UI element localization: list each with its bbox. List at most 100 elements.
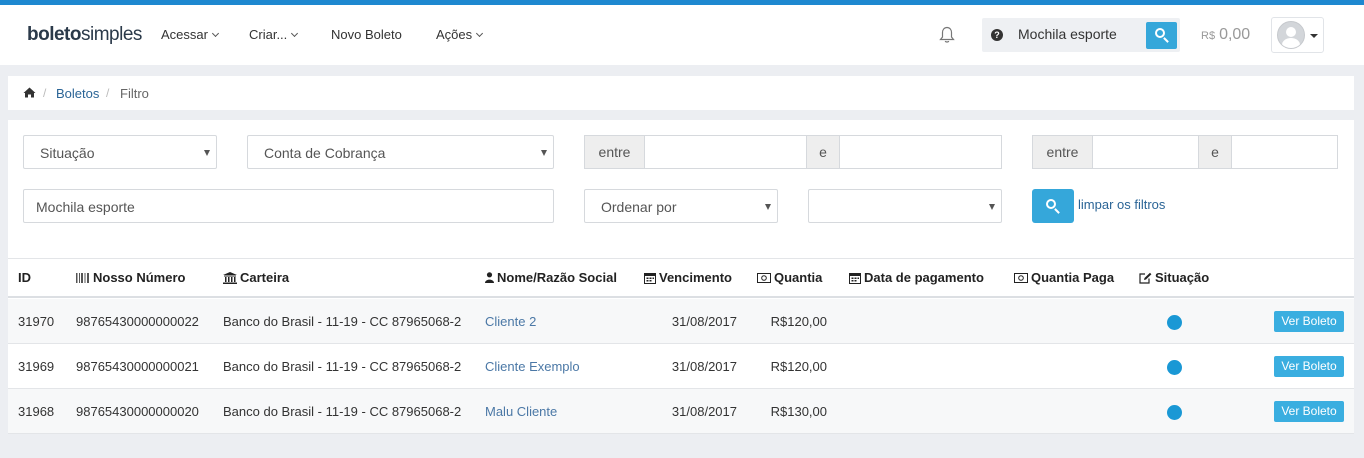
col-vencimento[interactable]: Vencimento [644, 270, 732, 285]
col-quantia-paga[interactable]: Quantia Paga [1014, 270, 1114, 285]
col-data-pagamento-label: Data de pagamento [864, 270, 984, 285]
barcode-icon [76, 272, 89, 283]
calendar-icon [644, 272, 656, 284]
range2-end-input[interactable] [1231, 135, 1338, 169]
range2-start-addon: entre [1032, 135, 1093, 169]
avatar [1277, 21, 1305, 49]
status-dot [1167, 405, 1182, 420]
range2-start-input[interactable] [1092, 135, 1199, 169]
col-nome-label: Nome/Razão Social [497, 270, 617, 285]
ver-boleto-button[interactable]: Ver Boleto [1274, 401, 1344, 422]
calendar-icon [849, 272, 861, 284]
conta-cobranca-select[interactable]: Conta de Cobrança [247, 135, 554, 169]
table-row: 31969 98765430000000021 Banco do Brasil … [8, 344, 1354, 389]
range1-end-input[interactable] [839, 135, 1002, 169]
breadcrumb-current: Filtro [120, 86, 149, 101]
menu-acoes-label: Ações [436, 27, 473, 42]
ver-boleto-button[interactable]: Ver Boleto [1274, 311, 1344, 332]
range2-mid-addon: e [1198, 135, 1232, 169]
breadcrumb-separator: / [106, 86, 110, 100]
breadcrumb-boletos-link[interactable]: Boletos [56, 86, 99, 101]
cell-id: 31969 [18, 359, 55, 374]
menu-acoes[interactable]: Ações [436, 27, 484, 42]
caret-down-icon [765, 204, 771, 210]
col-carteira[interactable]: Carteira [223, 270, 289, 285]
cell-id: 31968 [18, 404, 55, 419]
cell-quantia: R$130,00 [770, 404, 827, 419]
chevron-down-icon [211, 29, 220, 38]
cell-nome-link[interactable]: Malu Cliente [485, 404, 557, 419]
global-search-button[interactable] [1146, 22, 1177, 49]
table-row: 31970 98765430000000022 Banco do Brasil … [8, 299, 1354, 344]
balance-value: 0,00 [1219, 26, 1251, 43]
range1-start-addon: entre [584, 135, 645, 169]
global-search-input[interactable]: Mochila esporte [1018, 26, 1117, 42]
user-menu-button[interactable] [1271, 17, 1324, 53]
cell-nome-link[interactable]: Cliente 2 [485, 314, 536, 329]
col-nome[interactable]: Nome/Razão Social [485, 270, 617, 285]
breadcrumb-separator: / [43, 86, 47, 100]
ordenar-select[interactable]: Ordenar por [584, 189, 778, 223]
col-situacao-label: Situação [1155, 270, 1210, 285]
ordem-direcao-select[interactable] [808, 189, 1002, 223]
col-quantia[interactable]: Quantia [757, 270, 822, 285]
chevron-down-icon [476, 29, 484, 38]
menu-acessar[interactable]: Acessar [161, 27, 220, 42]
chevron-down-icon [291, 29, 299, 38]
money-icon [757, 272, 771, 283]
ver-boleto-button[interactable]: Ver Boleto [1274, 356, 1344, 377]
filter-panel: Situação Conta de Cobrança entre e entre… [8, 120, 1354, 434]
situacao-select[interactable]: Situação [23, 135, 217, 169]
conta-cobranca-select-value: Conta de Cobrança [264, 145, 386, 161]
balance-currency: R$ [1201, 30, 1216, 42]
home-icon[interactable] [23, 87, 36, 98]
logo-bold: boleto [27, 24, 82, 45]
filter-search-button[interactable] [1032, 189, 1074, 223]
bell-icon[interactable] [939, 26, 955, 44]
ordenar-select-value: Ordenar por [601, 199, 677, 215]
cell-nome-link[interactable]: Cliente Exemplo [485, 359, 580, 374]
cell-quantia: R$120,00 [770, 359, 827, 374]
global-search: ? Mochila esporte [982, 18, 1180, 52]
logo[interactable]: boletosimples [27, 24, 142, 46]
cell-vencimento: 31/08/2017 [671, 314, 737, 329]
col-vencimento-label: Vencimento [659, 270, 732, 285]
col-nosso-numero[interactable]: Nosso Número [76, 270, 185, 285]
balance: R$ 0,00 [1201, 26, 1250, 44]
range1-start-input[interactable] [644, 135, 807, 169]
user-icon [485, 272, 494, 284]
menu-criar[interactable]: Criar... [249, 27, 299, 42]
query-input-value: Mochila esporte [36, 199, 135, 215]
cell-vencimento: 31/08/2017 [671, 359, 737, 374]
menu-novo-boleto-label: Novo Boleto [331, 27, 402, 42]
table-row: 31968 98765430000000020 Banco do Brasil … [8, 389, 1354, 434]
situacao-select-value: Situação [40, 145, 95, 161]
caret-down-icon [989, 204, 995, 210]
cell-id: 31970 [18, 314, 55, 329]
help-icon[interactable]: ? [991, 29, 1003, 41]
caret-down-icon [204, 150, 210, 156]
caret-down-icon [1310, 34, 1318, 38]
cell-carteira: Banco do Brasil - 11-19 - CC 87965068-2 [223, 404, 462, 419]
table-header: ID Nosso Número Carteira Nome/Razão Soci… [8, 258, 1354, 298]
cell-carteira: Banco do Brasil - 11-19 - CC 87965068-2 [223, 314, 462, 329]
cell-nosso-numero: 98765430000000021 [76, 359, 199, 374]
query-input[interactable]: Mochila esporte [23, 189, 554, 223]
edit-icon [1139, 272, 1152, 284]
logo-rest: simples [81, 24, 142, 45]
cell-carteira: Banco do Brasil - 11-19 - CC 87965068-2 [223, 359, 462, 374]
menu-acessar-label: Acessar [161, 27, 208, 42]
cell-vencimento: 31/08/2017 [671, 404, 737, 419]
col-data-pagamento[interactable]: Data de pagamento [849, 270, 984, 285]
col-quantia-paga-label: Quantia Paga [1031, 270, 1115, 285]
col-situacao[interactable]: Situação [1139, 270, 1209, 285]
bank-icon [223, 271, 237, 284]
range1-mid-addon: e [806, 135, 840, 169]
menu-novo-boleto[interactable]: Novo Boleto [331, 27, 402, 42]
col-id[interactable]: ID [18, 270, 31, 285]
cell-quantia: R$120,00 [770, 314, 827, 329]
cell-nosso-numero: 98765430000000020 [76, 404, 199, 419]
breadcrumb: / Boletos / Filtro [8, 76, 1354, 110]
search-icon [1046, 199, 1056, 209]
clear-filters-link[interactable]: limpar os filtros [1078, 197, 1165, 212]
